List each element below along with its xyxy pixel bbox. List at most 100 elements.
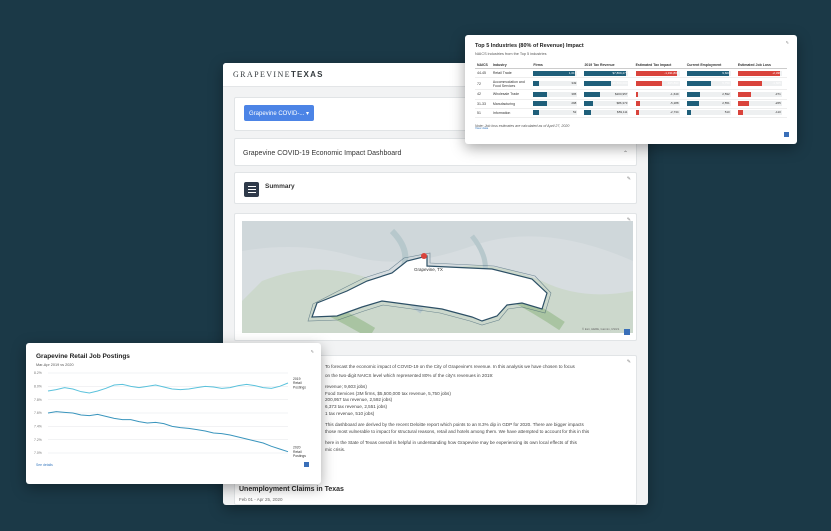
bar-fill [635, 91, 638, 97]
bar-track: 298 [533, 101, 578, 107]
map-card: ✎ Grapevine, TX © Esri, HERE, Garmin, US… [234, 213, 637, 341]
bar-fill [533, 81, 539, 87]
bar-value: 5,750 [722, 81, 730, 86]
bar-value: $59,111 [617, 110, 628, 115]
bar-track: -1,191,806 [635, 70, 680, 76]
expand-button[interactable] [304, 462, 309, 467]
collapse-icon[interactable]: ⌃ [623, 150, 628, 157]
table-row[interactable]: 31-33 Manufacturing 298 $86,373 -5,288 2,551 -… [475, 99, 787, 109]
firms-cell: 395 [531, 89, 583, 100]
series-line [47, 411, 289, 453]
loss-cell: -371 [735, 89, 787, 100]
top-industries-window: ✎ Top 5 Industries (80% of Revenue) Impa… [465, 35, 797, 144]
text-line: Food Services (3M firms, $5,500,000 tax … [325, 390, 451, 396]
bar-value: 9,603 [722, 70, 730, 75]
dashboard-select-button[interactable]: Grapevine COVID-... ▾ [244, 105, 314, 121]
text-line: 200,957 tax revenue, 2,592 jobs) [325, 397, 393, 403]
table-row[interactable]: 51 Information 52 $59,111 -2,734 510 -110 [475, 108, 787, 118]
job-loss-note: Note: Job loss estimates are calculated … [475, 123, 570, 128]
loss-cell: -2,336 [735, 68, 787, 79]
bar-track: -2,336 [737, 70, 782, 76]
emp-cell: 5,750 [684, 77, 736, 91]
edit-icon[interactable]: ✎ [627, 176, 631, 182]
text-line: mic crisis. [325, 446, 346, 452]
bar-fill [686, 91, 700, 97]
text-line: on the two-digit NAICS level which repre… [325, 372, 494, 378]
industry-cell: Retail Trade [490, 68, 532, 79]
bar-value: $5,500,000 [612, 81, 628, 86]
dashboard-title: Grapevine COVID-19 Economic Impact Dashb… [243, 150, 402, 157]
bar-track: -2,734 [635, 110, 680, 116]
emp-cell: 2,592 [684, 89, 736, 100]
impact-cell: -1,191,806 [633, 68, 685, 79]
bar-value: -2,336 [772, 70, 781, 75]
bar-fill [686, 81, 711, 87]
rev-cell: $7,869,277 [582, 68, 634, 79]
bar-value: 2,592 [722, 91, 730, 96]
bar-value: 52 [572, 110, 577, 115]
impact-cell: -2,734 [633, 108, 685, 118]
bar-fill [635, 81, 662, 87]
bar-track: -371 [737, 91, 782, 97]
industry-cell: Accommodation and Food Services [490, 77, 532, 91]
bar-track: $7,869,277 [584, 70, 629, 76]
naics-cell: 42 [475, 89, 491, 100]
edit-icon[interactable]: ✎ [786, 40, 789, 45]
bar-track: 2,592 [686, 91, 731, 97]
table-row[interactable]: 42 Wholesale Trade 395 $200,957 -1,649 2,592 -… [475, 89, 787, 100]
bar-fill [584, 110, 592, 116]
bar-fill [533, 91, 548, 97]
text-line: those most vulnerable to impact for stru… [325, 428, 590, 434]
view-data-link[interactable]: View data [475, 126, 488, 130]
map-pin-icon [421, 253, 427, 259]
bar-track: $86,373 [584, 101, 629, 107]
bar-track: -110 [737, 110, 782, 116]
bar-fill [737, 81, 763, 87]
map-expand-button[interactable] [624, 329, 630, 335]
loss-cell: -1,605 [735, 77, 787, 91]
industry-cell: Information [490, 108, 532, 118]
industry-cell: Manufacturing [490, 99, 532, 109]
bar-fill [686, 101, 700, 107]
bar-track: 1,017 [533, 70, 578, 76]
text-line: 6,373 tax revenue, 2,551 jobs) [325, 403, 388, 409]
y-tick-label: 7.6% [34, 411, 42, 415]
top-industries-subtitle: NAICS industries from the Top 5 industri… [475, 52, 547, 56]
bar-track: 5,750 [686, 81, 731, 87]
bar-track: -945,893 [635, 81, 680, 87]
bar-value: 298 [571, 101, 577, 106]
emp-cell: 2,551 [684, 99, 736, 109]
table-row[interactable]: 72 Accommodation and Food Services 349 $5,5… [475, 77, 787, 91]
bar-track: -1,649 [635, 91, 680, 97]
bar-value: 2,551 [722, 101, 730, 106]
y-tick-label: 8.2% [34, 371, 42, 375]
bar-value: -5,288 [670, 101, 679, 106]
job-postings-window: ✎ Grapevine Retail Job Postings Mar-Apr … [26, 343, 321, 484]
list-icon [244, 182, 259, 197]
bar-value: -945,893 [666, 81, 679, 86]
bar-track: 395 [533, 91, 578, 97]
bar-track: -265 [737, 101, 782, 107]
text-line: revenue; 9,603 jobs) [325, 384, 367, 390]
text-line: This dashboard are derived by the recent… [325, 422, 584, 428]
table-row[interactable]: 44-45 Retail Trade 1,017 $7,869,277 -1,191,8… [475, 68, 787, 79]
bar-value: -2,734 [670, 110, 679, 115]
bar-track: $200,957 [584, 91, 629, 97]
unemployment-date-range: Feb 01 - Apr 25, 2020 [239, 497, 283, 502]
bar-fill [737, 101, 749, 107]
naics-cell: 31-33 [475, 99, 491, 109]
expand-button[interactable] [784, 132, 789, 137]
series-label: Postings [293, 385, 306, 389]
bar-value: -1,605 [772, 81, 781, 86]
grapevine-logo[interactable]: GRAPEVINETEXAS [233, 70, 324, 79]
text-line: here in the State of Texas overall is he… [325, 440, 577, 446]
unemployment-title: Unemployment Claims in Texas [239, 486, 344, 493]
city-map[interactable]: Grapevine, TX © Esri, HERE, Garmin, USGS [242, 221, 633, 333]
bar-value: -265 [774, 101, 781, 106]
naics-cell: 72 [475, 77, 491, 91]
firms-cell: 52 [531, 108, 583, 118]
y-tick-label: 8.0% [34, 385, 42, 389]
bar-value: -1,649 [670, 91, 679, 96]
bar-value: -110 [775, 110, 781, 115]
see-details-link[interactable]: See details [36, 463, 53, 467]
